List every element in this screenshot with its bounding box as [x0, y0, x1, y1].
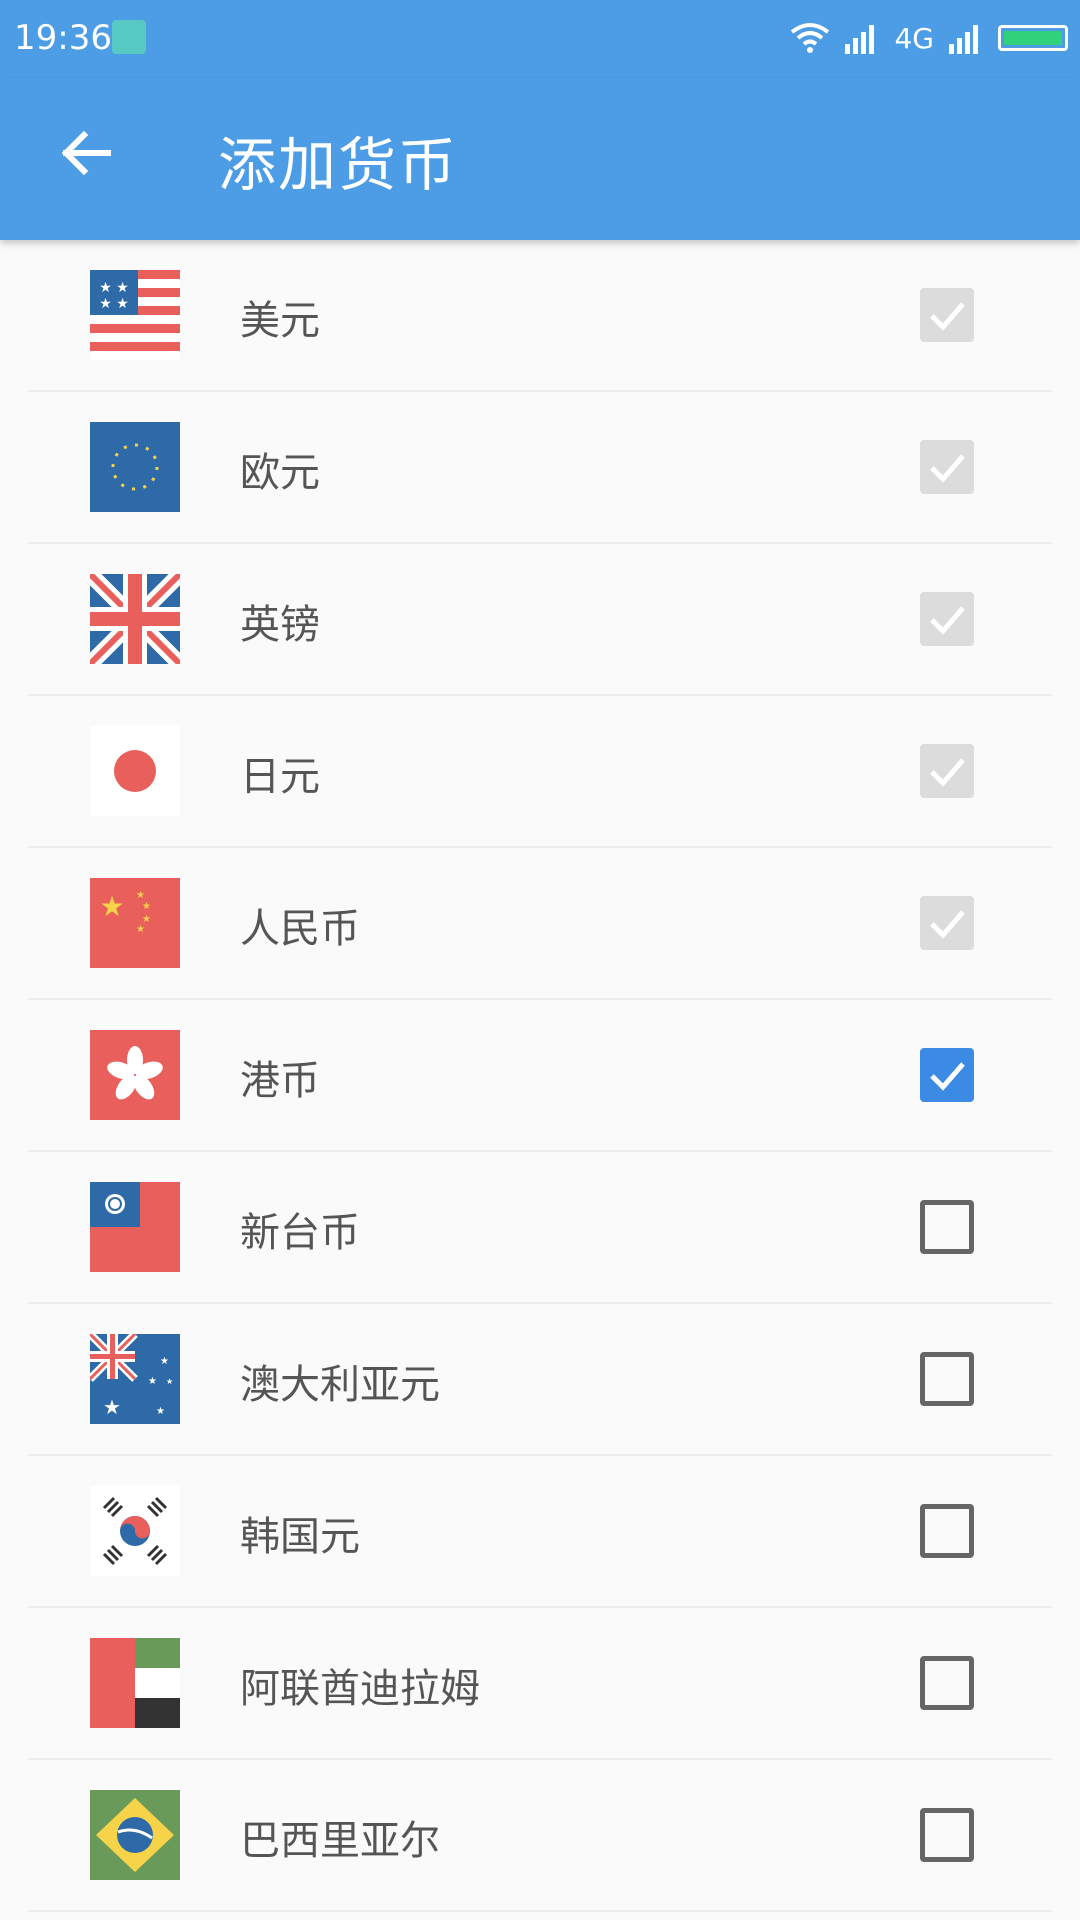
currency-row-cny[interactable]: ★ ★ ★ ★ ★ 人民币	[0, 848, 1080, 1000]
svg-text:★ ★: ★ ★	[99, 296, 129, 312]
korea-flag-icon	[90, 1486, 180, 1576]
currency-row-aed[interactable]: 阿联酋迪拉姆	[0, 1608, 1080, 1760]
japan-flag-icon	[90, 726, 180, 816]
status-bar: 19:36 4G	[0, 0, 1080, 78]
taiwan-flag-icon	[90, 1182, 180, 1272]
currency-name: 港币	[240, 1058, 320, 1104]
svg-text:★: ★	[136, 924, 145, 935]
usb-icon	[112, 20, 146, 54]
brazil-flag-icon	[90, 1790, 180, 1880]
uk-flag-icon	[90, 574, 180, 664]
currency-checkbox[interactable]	[920, 1352, 974, 1406]
hong-kong-flag-icon	[90, 1030, 180, 1120]
currency-checkbox[interactable]	[920, 1808, 974, 1862]
currency-name: 人民币	[240, 906, 360, 952]
signal-icon	[845, 25, 875, 54]
svg-text:★ ★: ★ ★	[99, 280, 129, 296]
svg-text:★: ★	[136, 890, 145, 901]
eu-flag-icon	[90, 422, 180, 512]
battery-icon	[998, 25, 1068, 51]
currency-checkbox	[920, 896, 974, 950]
currency-row-usd[interactable]: ★ ★ ★ ★ 美元	[0, 240, 1080, 392]
svg-text:★: ★	[142, 901, 151, 912]
currency-name: 欧元	[240, 450, 320, 496]
currency-checkbox	[920, 744, 974, 798]
currency-checkbox[interactable]	[920, 1048, 974, 1102]
svg-text:★: ★	[166, 1377, 173, 1386]
currency-row-brl[interactable]: 巴西里亚尔	[0, 1760, 1080, 1912]
currency-row-gbp[interactable]: 英镑	[0, 544, 1080, 696]
currency-checkbox[interactable]	[920, 1656, 974, 1710]
svg-text:★: ★	[99, 890, 124, 923]
currency-name: 阿联酋迪拉姆	[240, 1666, 480, 1712]
signal-icon-2	[949, 25, 978, 54]
us-flag-icon: ★ ★ ★ ★	[90, 270, 180, 360]
china-flag-icon: ★ ★ ★ ★ ★	[90, 878, 180, 968]
currency-row-hkd[interactable]: 港币	[0, 1000, 1080, 1152]
currency-row-eur[interactable]: 欧元	[0, 392, 1080, 544]
currency-name: 韩国元	[240, 1514, 360, 1560]
uae-flag-icon	[90, 1638, 180, 1728]
currency-name: 新台币	[240, 1210, 360, 1256]
currency-checkbox	[920, 440, 974, 494]
australia-flag-icon: ★ ★ ★ ★ ★	[90, 1334, 180, 1424]
svg-text:★: ★	[103, 1395, 121, 1419]
currency-name: 巴西里亚尔	[240, 1818, 440, 1864]
currency-checkbox	[920, 592, 974, 646]
page-title: 添加货币	[218, 131, 459, 199]
currency-name: 英镑	[240, 602, 320, 648]
currency-list: ★ ★ ★ ★ 美元 欧元 英镑 日元 ★ ★ ★ ★ ★ 人民币 港币 新台币…	[0, 240, 1080, 1912]
currency-checkbox[interactable]	[920, 1504, 974, 1558]
currency-name: 澳大利亚元	[240, 1362, 440, 1408]
status-time: 19:36	[14, 18, 112, 58]
svg-text:★: ★	[156, 1406, 165, 1417]
currency-row-jpy[interactable]: 日元	[0, 696, 1080, 848]
currency-row-aud[interactable]: ★ ★ ★ ★ ★ 澳大利亚元	[0, 1304, 1080, 1456]
network-type: 4G	[894, 21, 934, 55]
svg-text:★: ★	[160, 1356, 169, 1367]
back-arrow-icon[interactable]	[56, 123, 116, 183]
currency-row-krw[interactable]: 韩国元	[0, 1456, 1080, 1608]
svg-text:★: ★	[148, 1376, 157, 1387]
currency-row-twd[interactable]: 新台币	[0, 1152, 1080, 1304]
wifi-icon	[791, 23, 830, 53]
currency-checkbox[interactable]	[920, 1200, 974, 1254]
status-icons: 4G	[790, 18, 1068, 58]
app-bar: 添加货币	[0, 78, 1080, 240]
currency-checkbox	[920, 288, 974, 342]
currency-name: 美元	[240, 298, 320, 344]
currency-name: 日元	[240, 754, 320, 800]
